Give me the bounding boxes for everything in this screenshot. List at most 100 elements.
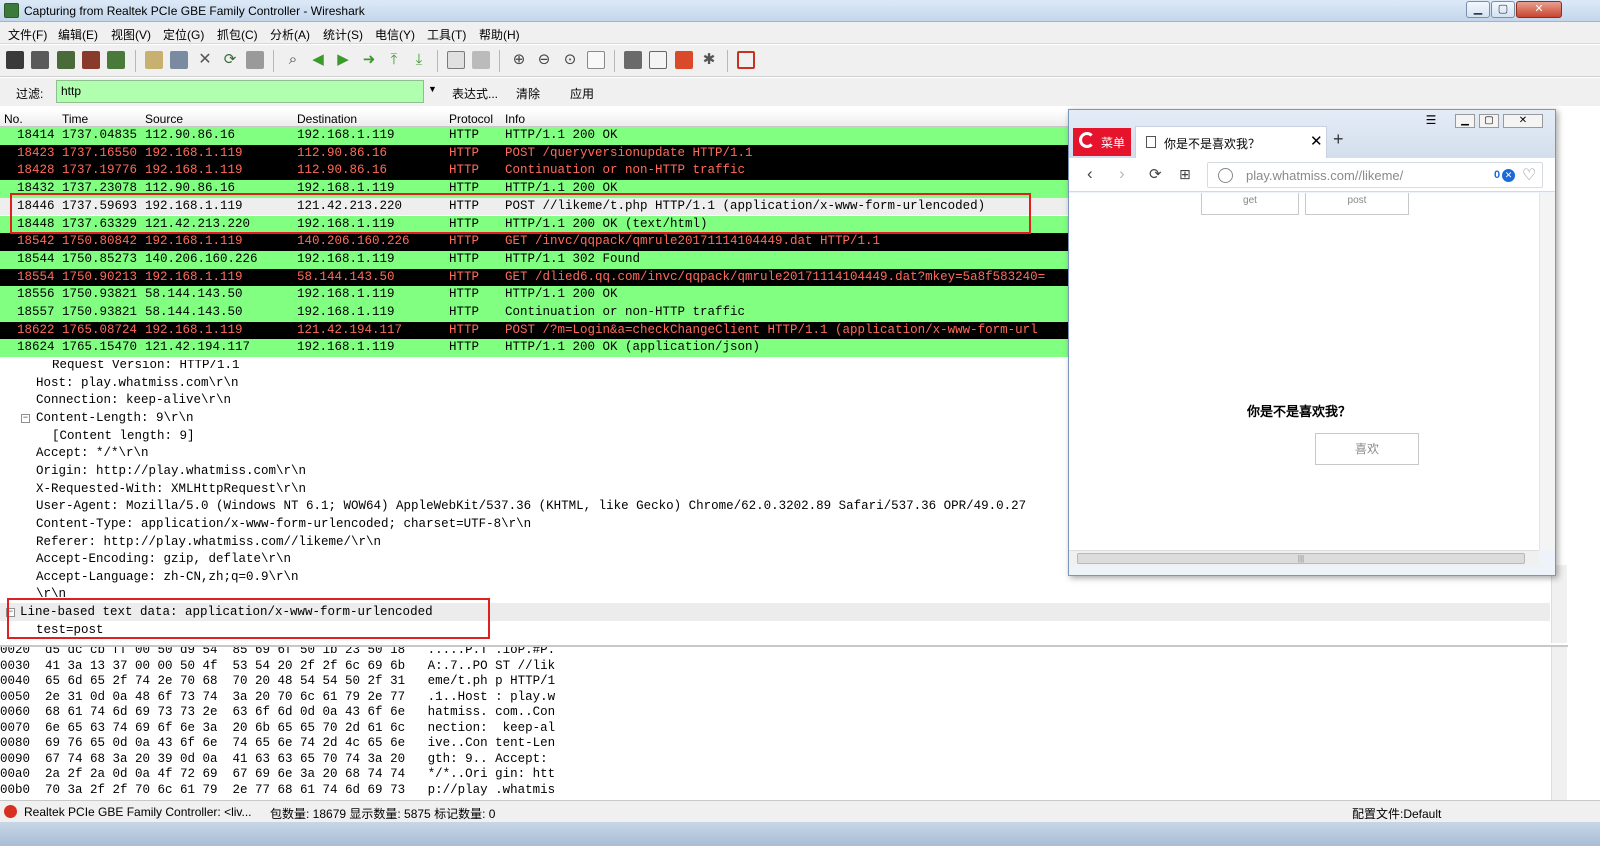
column-header-protocol[interactable]: Protocol — [449, 112, 493, 126]
colorize-icon[interactable] — [447, 51, 465, 69]
menu-tools[interactable]: 工具(T) — [427, 26, 466, 43]
new-tab-icon[interactable]: + — [1333, 129, 1344, 150]
detail-content-length[interactable]: Content-Length: 9\r\n — [36, 410, 194, 427]
open-file-icon[interactable] — [145, 51, 163, 69]
minimize-button[interactable]: ▁ — [1466, 1, 1490, 18]
hex-line[interactable]: 0090 67 74 68 3a 20 39 0d 0a 41 63 63 65… — [0, 752, 555, 768]
print-icon[interactable] — [246, 51, 264, 69]
browser-horizontal-scrollbar[interactable]: ||| — [1069, 550, 1539, 566]
close-button[interactable]: ✕ — [1516, 1, 1562, 18]
status-profile[interactable]: 配置文件:Default — [1352, 805, 1441, 822]
packet-row[interactable]: 18542 1750.80842 192.168.1.119 140.206.160.… — [0, 233, 1070, 251]
packet-row[interactable]: 18423 1737.16550 192.168.1.119 112.90.86.16… — [0, 144, 1070, 163]
bookmark-heart-icon[interactable]: ♡ — [1522, 165, 1536, 185]
capture-filters-icon[interactable] — [624, 51, 642, 69]
browser-vertical-scrollbar[interactable] — [1539, 193, 1555, 550]
go-last-icon[interactable]: ⤓ — [410, 51, 428, 69]
collapse-icon[interactable]: − — [21, 414, 30, 423]
filter-dropdown-icon[interactable]: ▼ — [428, 84, 437, 94]
hex-line[interactable]: 0020 d5 dc cb ff 00 50 d9 54 85 69 6f 50… — [0, 647, 555, 659]
hex-line[interactable]: 0050 2e 31 0d 0a 48 6f 73 74 3a 20 70 6c… — [0, 690, 555, 706]
apply-button[interactable]: 应用 — [570, 85, 594, 102]
reload-icon[interactable]: ⟳ — [221, 51, 239, 69]
expression-button[interactable]: 表达式... — [452, 85, 498, 102]
go-first-icon[interactable]: ⤒ — [385, 51, 403, 69]
tab-close-icon[interactable]: ✕ — [1310, 132, 1323, 150]
menu-help[interactable]: 帮助(H) — [479, 26, 520, 43]
back-icon[interactable]: ‹ — [1087, 164, 1093, 184]
help-icon[interactable] — [737, 51, 755, 69]
go-to-packet-icon[interactable]: ➜ — [360, 51, 378, 69]
filter-input[interactable]: http — [56, 80, 424, 103]
menu-file[interactable]: 文件(F) — [8, 26, 47, 43]
packet-row[interactable]: 18557 1750.93821 58.144.143.50 192.168.1.11… — [0, 304, 1070, 322]
start-capture-icon[interactable] — [57, 51, 75, 69]
hex-line[interactable]: 0080 69 76 65 0d 0a 43 6f 6e 74 65 6e 74… — [0, 736, 555, 752]
menu-analyze[interactable]: 分析(A) — [270, 26, 310, 43]
stop-capture-icon[interactable] — [82, 51, 100, 69]
clear-button[interactable]: 清除 — [516, 85, 540, 102]
options-icon[interactable] — [31, 51, 49, 69]
menu-capture[interactable]: 抓包(C) — [217, 26, 258, 43]
packet-row[interactable]: 18428 1737.19776 192.168.1.119 112.90.86.16… — [0, 162, 1070, 181]
column-header-time[interactable]: Time — [62, 112, 88, 126]
preferences-icon[interactable]: ✱ — [700, 51, 718, 69]
detail-accept-encoding[interactable]: Accept-Encoding: gzip, deflate\r\n — [36, 551, 291, 568]
close-file-icon[interactable]: ✕ — [196, 51, 214, 69]
get-button[interactable]: get — [1201, 193, 1299, 215]
packet-row[interactable]: 18556 1750.93821 58.144.143.50 192.168.1.11… — [0, 286, 1070, 304]
forward-icon[interactable]: › — [1119, 164, 1125, 184]
capture-status-icon[interactable] — [4, 805, 17, 818]
post-button[interactable]: post — [1305, 193, 1409, 215]
coloring-rules-icon[interactable] — [675, 51, 693, 69]
auto-scroll-icon[interactable] — [472, 51, 490, 69]
zoom-out-icon[interactable]: ⊖ — [535, 51, 553, 69]
column-header-info[interactable]: Info — [505, 112, 525, 126]
browser-tab[interactable]: 你是不是喜欢我？ ✕ — [1135, 126, 1327, 158]
browser-minimize-button[interactable]: ▁ — [1455, 114, 1475, 128]
detail-content-length-sub[interactable]: [Content length: 9] — [52, 428, 195, 445]
menu-telephony[interactable]: 电信(Y) — [375, 26, 415, 43]
detail-origin[interactable]: Origin: http://play.whatmiss.com\r\n — [36, 463, 306, 480]
hex-line[interactable]: 0030 41 3a 13 37 00 00 50 4f 53 54 20 2f… — [0, 659, 555, 675]
column-header-destination[interactable]: Destination — [297, 112, 357, 126]
menu-edit[interactable]: 编辑(E) — [58, 26, 98, 43]
hex-scrollbar[interactable] — [1551, 647, 1567, 800]
zoom-in-icon[interactable]: ⊕ — [510, 51, 528, 69]
hex-line[interactable]: 00b0 70 3a 2f 2f 70 6c 61 79 2e 77 68 61… — [0, 783, 555, 799]
resize-columns-icon[interactable] — [587, 51, 605, 69]
menu-statistics[interactable]: 统计(S) — [323, 26, 363, 43]
column-header-no[interactable]: No. — [4, 112, 23, 126]
detail-connection[interactable]: Connection: keep-alive\r\n — [36, 392, 231, 409]
address-bar[interactable]: play.whatmiss.com//likeme/ 0 ✕ ♡ — [1207, 162, 1543, 188]
packet-row[interactable]: 18622 1765.08724 192.168.1.119 121.42.194.1… — [0, 321, 1070, 340]
detail-user-agent[interactable]: User-Agent: Mozilla/5.0 (Windows NT 6.1;… — [36, 498, 1026, 515]
hex-line[interactable]: 0060 68 61 74 6d 69 73 73 2e 63 6f 6d 0d… — [0, 705, 555, 721]
column-header-source[interactable]: Source — [145, 112, 183, 126]
browser-tab-menu-icon[interactable]: ☰ — [1421, 114, 1441, 128]
details-scrollbar[interactable] — [1551, 565, 1567, 643]
adblock-icon[interactable]: ✕ — [1502, 169, 1515, 182]
like-button[interactable]: 喜欢 — [1315, 433, 1419, 465]
packet-row[interactable]: 18414 1737.04835 112.90.86.16 192.168.1.119… — [0, 127, 1070, 145]
restart-capture-icon[interactable] — [107, 51, 125, 69]
go-forward-icon[interactable]: ▶ — [334, 51, 352, 69]
packet-row[interactable]: 18554 1750.90213 192.168.1.119 58.144.143.5… — [0, 268, 1070, 287]
packet-row[interactable]: 18544 1750.85273 140.206.160.226 192.168.1.… — [0, 250, 1070, 269]
menu-go[interactable]: 定位(G) — [163, 26, 204, 43]
reload-icon[interactable]: ⟳ — [1149, 165, 1162, 183]
detail-request-version[interactable]: Request Version: HTTP/1.1 — [52, 360, 240, 374]
detail-content-type[interactable]: Content-Type: application/x-www-form-url… — [36, 516, 531, 533]
interfaces-icon[interactable] — [6, 51, 24, 69]
browser-maximize-button[interactable]: ▢ — [1479, 114, 1499, 128]
hex-line[interactable]: 0040 65 6d 65 2f 74 2e 70 68 70 20 48 54… — [0, 674, 555, 690]
detail-host[interactable]: Host: play.whatmiss.com\r\n — [36, 375, 239, 392]
detail-accept-language[interactable]: Accept-Language: zh-CN,zh;q=0.9\r\n — [36, 569, 299, 586]
packet-row[interactable]: 18624 1765.15470 121.42.194.117 192.168.1.1… — [0, 339, 1070, 358]
zoom-normal-icon[interactable]: ⊙ — [561, 51, 579, 69]
save-file-icon[interactable] — [170, 51, 188, 69]
menu-view[interactable]: 视图(V) — [111, 26, 151, 43]
speed-dial-icon[interactable]: ⊞ — [1179, 166, 1191, 183]
detail-accept[interactable]: Accept: */*\r\n — [36, 445, 149, 462]
find-packet-icon[interactable]: ⌕ — [284, 51, 302, 69]
